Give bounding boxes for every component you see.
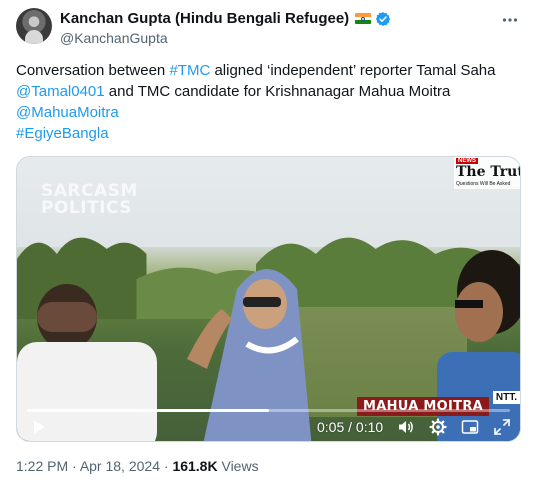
tweet-line-2: @Tamal0401 and TMC candidate for Krishna…	[16, 81, 520, 102]
tweet-meta: 1:22 PM · Apr 18, 2024 · 161.8K Views	[16, 458, 259, 474]
views-count: 161.8K	[172, 458, 218, 474]
video-controls: 0:05 / 0:10	[17, 413, 520, 441]
author-name-row: Kanchan Gupta (Hindu Bengali Refugee)	[60, 10, 391, 27]
tweet-text-segment: Conversation between	[16, 62, 170, 79]
tweet-time[interactable]: 1:22 PM	[16, 458, 68, 474]
tweet-text: Conversation between #TMC aligned ‘indep…	[16, 60, 520, 144]
views-label: Views	[217, 458, 259, 474]
tweet-date[interactable]: Apr 18, 2024	[80, 458, 160, 474]
india-flag-icon	[355, 13, 372, 24]
volume-icon[interactable]	[397, 418, 415, 436]
logo-title: The Truth	[456, 164, 520, 180]
more-dots-icon	[502, 18, 518, 22]
video-duration: 0:10	[355, 419, 384, 435]
video-time: 0:05 / 0:10	[317, 419, 383, 435]
verified-badge-icon	[375, 11, 391, 26]
tweet-header: Kanchan Gupta (Hindu Bengali Refugee) @K…	[16, 8, 520, 48]
hashtag-egiyebangla-link[interactable]: #EgiyeBangla	[16, 125, 109, 142]
watermark-line-2: POLITICS	[41, 198, 133, 218]
meta-separator: ·	[68, 458, 80, 474]
author-display-name[interactable]: Kanchan Gupta (Hindu Bengali Refugee)	[60, 10, 349, 27]
meta-separator: ·	[159, 458, 173, 474]
mention-tamal-link[interactable]: @Tamal0401	[16, 83, 105, 100]
logo-tagline: Questions Will Be Asked	[456, 181, 511, 187]
tweet-text-segment: and TMC candidate for Krishnanagar Mahua…	[104, 83, 451, 100]
hashtag-tmc-link[interactable]: #TMC	[169, 62, 210, 79]
settings-gear-icon[interactable]	[429, 418, 447, 436]
video-watermark: SARCASM POLITICS	[41, 183, 138, 217]
tweet-line-3: @MahuaMoitra	[16, 102, 520, 123]
channel-tag: NTT.	[492, 391, 520, 404]
video-progress-fill	[27, 409, 269, 412]
avatar[interactable]	[16, 8, 52, 44]
video-time-separator: /	[344, 419, 356, 435]
picture-in-picture-icon[interactable]	[461, 418, 479, 436]
tweet-line-1: Conversation between #TMC aligned ‘indep…	[16, 60, 520, 81]
author-handle[interactable]: @KanchanGupta	[60, 30, 168, 46]
play-icon[interactable]	[31, 419, 47, 435]
tweet-line-4: #EgiyeBangla	[16, 123, 520, 144]
video-progress-bar[interactable]	[27, 409, 510, 412]
mention-mahua-link[interactable]: @MahuaMoitra	[16, 104, 119, 121]
channel-logo: NEWS The Truth Questions Will Be Asked	[454, 157, 520, 189]
video-elapsed: 0:05	[317, 419, 345, 435]
more-options-button[interactable]	[500, 10, 520, 30]
video-player[interactable]: SARCASM POLITICS NEWS The Truth Question…	[16, 156, 521, 442]
fullscreen-icon[interactable]	[493, 418, 511, 436]
tweet-text-segment: aligned ‘independent’ reporter Tamal Sah…	[210, 62, 496, 79]
